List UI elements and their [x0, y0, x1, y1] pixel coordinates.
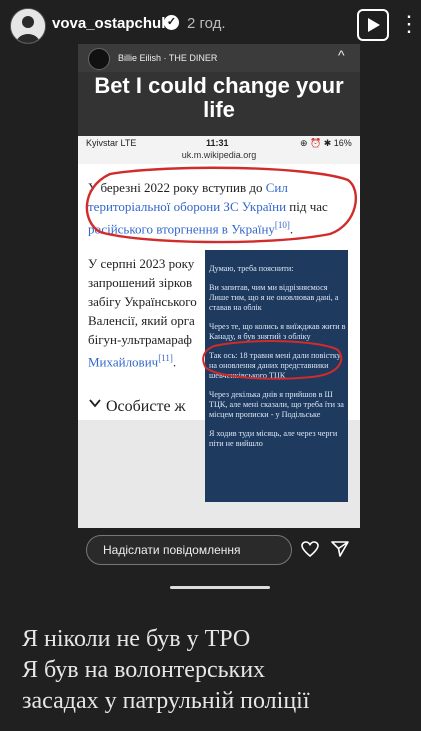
time-ago: 2 год.: [187, 15, 226, 32]
reference-marker: [11]: [158, 353, 173, 363]
send-icon[interactable]: [331, 541, 349, 557]
battery-icon: ⊕ ⏰ ✱ 16%: [300, 138, 352, 148]
music-track-label: Billie Eilish · THE DINER: [118, 53, 218, 63]
note-paragraph: Через декілька днів я прийшов в Ш ТЦК, а…: [209, 390, 344, 419]
home-indicator: [170, 586, 270, 589]
red-highlight-oval: [85, 166, 357, 244]
album-art-icon: [88, 48, 110, 70]
play-button[interactable]: [357, 9, 389, 41]
article-text: .: [172, 354, 177, 370]
caption-line: Я був на волонтерських: [22, 657, 266, 683]
note-paragraph: Ви запитав, чим ми відрізняємося Лише ти…: [209, 283, 339, 312]
quote-text: Bet I could change your life: [94, 73, 344, 122]
note-paragraph: Через те, що колись я виїжджав жити в Ка…: [209, 322, 346, 341]
heart-icon[interactable]: [301, 541, 319, 557]
more-options-icon[interactable]: ⋮: [398, 10, 420, 38]
article-link: Михайлович: [88, 354, 159, 370]
play-icon: [368, 18, 380, 32]
chevron-down-icon: [89, 399, 101, 408]
story-caption: Я ніколи не був у ТРО Я був на волонтерс…: [22, 624, 412, 717]
phone-clock: 11:31: [206, 138, 229, 148]
message-placeholder: Надіслати повідомлення: [103, 543, 241, 557]
carrier-label: Kyivstar LTE: [86, 138, 137, 148]
username[interactable]: vova_ostapchuk: [52, 15, 170, 32]
chevron-up-icon: ^: [338, 47, 345, 63]
avatar[interactable]: [10, 8, 46, 44]
verified-badge-icon: ✓: [164, 15, 179, 30]
caption-line: Я ніколи не був у ТРО: [22, 626, 251, 652]
section-heading: Особисте ж: [106, 398, 186, 415]
url-bar: uk.m.wikipedia.org: [78, 150, 360, 164]
caption-line: засадах у патрульній поліції: [22, 688, 310, 714]
avatar-image: [11, 9, 45, 43]
note-paragraph: Думаю, треба пояснити:: [209, 264, 294, 273]
note-paragraph: Я ходив туди місяць, але через черги піт…: [209, 429, 338, 448]
red-highlight-oval: [202, 340, 343, 380]
